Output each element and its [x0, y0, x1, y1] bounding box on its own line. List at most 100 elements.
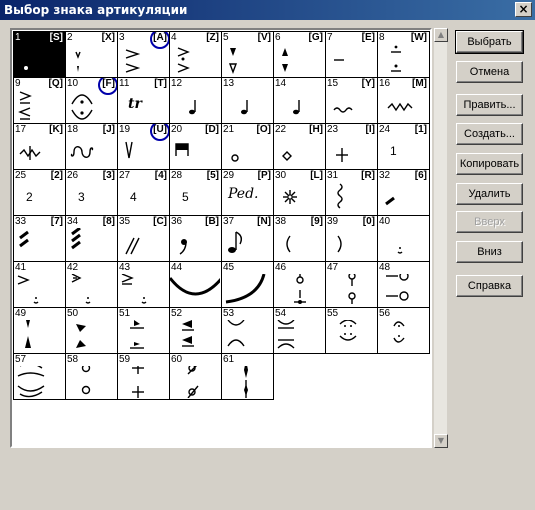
- articulation-cell[interactable]: 56: [378, 308, 430, 354]
- cell-number: 57: [15, 354, 27, 365]
- cell-shortcut-key: [O]: [256, 124, 271, 135]
- pedal-text: Ped.: [228, 186, 259, 202]
- articulation-cell[interactable]: 22 [H]: [274, 124, 326, 170]
- cell-shortcut-key: [V]: [257, 32, 271, 43]
- cell-number: 21: [223, 124, 235, 135]
- articulation-cell[interactable]: 60: [170, 354, 222, 400]
- articulation-cell[interactable]: 50: [66, 308, 118, 354]
- cell-number: 35: [119, 216, 131, 227]
- articulation-cell[interactable]: 20 [D]: [170, 124, 222, 170]
- articulation-cell[interactable]: 26 [3] 3: [66, 170, 118, 216]
- edit-button[interactable]: Править...: [456, 94, 523, 116]
- diamond-icon: [274, 136, 324, 168]
- cell-number: 24: [379, 124, 391, 135]
- cell-number: 49: [15, 308, 27, 319]
- articulation-cell[interactable]: 2 [X]: [66, 32, 118, 78]
- articulation-cell[interactable]: 24 [1] 1: [378, 124, 430, 170]
- articulation-cell[interactable]: 23 [I]: [326, 124, 378, 170]
- articulation-cell[interactable]: 49: [14, 308, 66, 354]
- articulation-cell[interactable]: 36 [B]: [170, 216, 222, 262]
- cell-shortcut-key: [5]: [206, 170, 219, 181]
- articulation-cell[interactable]: 40: [378, 216, 430, 262]
- cell-number: 23: [327, 124, 339, 135]
- articulation-cell[interactable]: 15 [Y]: [326, 78, 378, 124]
- move-down-button[interactable]: Вниз: [456, 241, 523, 263]
- cell-number: 25: [15, 170, 27, 181]
- cell-number: 46: [275, 262, 287, 273]
- scroll-up-button[interactable]: ▲: [434, 28, 448, 42]
- cancel-button[interactable]: Отмена: [456, 61, 523, 83]
- articulation-cell[interactable]: 8 [W]: [378, 32, 430, 78]
- close-button[interactable]: ×: [515, 2, 532, 17]
- articulation-cell[interactable]: 19 [U]: [118, 124, 170, 170]
- articulation-cell[interactable]: 43: [118, 262, 170, 308]
- articulation-cell[interactable]: 12: [170, 78, 222, 124]
- articulation-cell[interactable]: 6 [G]: [274, 32, 326, 78]
- tenuto-icon: [326, 44, 376, 76]
- articulation-cell[interactable]: 48: [378, 262, 430, 308]
- articulation-cell[interactable]: 55: [326, 308, 378, 354]
- articulation-cell[interactable]: 31 [R]: [326, 170, 378, 216]
- articulation-cell[interactable]: 42: [66, 262, 118, 308]
- finger-icon: 2: [14, 182, 64, 214]
- articulation-cell[interactable]: 39 [0]: [326, 216, 378, 262]
- articulation-cell[interactable]: 13: [222, 78, 274, 124]
- articulation-cell[interactable]: 16 [M]: [378, 78, 430, 124]
- vertical-scrollbar[interactable]: ▲ ▼: [433, 28, 448, 448]
- articulation-cell[interactable]: 47: [326, 262, 378, 308]
- articulation-cell[interactable]: 5 [V]: [222, 32, 274, 78]
- articulation-cell[interactable]: 46: [274, 262, 326, 308]
- articulation-cell[interactable]: 14: [274, 78, 326, 124]
- articulation-cell[interactable]: 57: [14, 354, 66, 400]
- articulation-cell[interactable]: 38 [9]: [274, 216, 326, 262]
- articulation-cell[interactable]: 58: [66, 354, 118, 400]
- delete-button[interactable]: Удалить: [456, 183, 523, 205]
- articulation-cell[interactable]: 35 [C]: [118, 216, 170, 262]
- articulation-cell[interactable]: 17 [K]: [14, 124, 66, 170]
- articulation-cell[interactable]: 1 [S]: [14, 32, 66, 78]
- articulation-cell[interactable]: 53: [222, 308, 274, 354]
- articulation-grid: 1 [S] 2 [X] 3 [A] 4 [Z] 5 [V] 6 [G] 7 [E] 8 [W] 9 [Q] 10 [F…: [13, 31, 430, 400]
- cell-number: 59: [119, 354, 131, 365]
- articulation-cell[interactable]: 4 [Z]: [170, 32, 222, 78]
- articulation-cell[interactable]: 52: [170, 308, 222, 354]
- articulation-cell[interactable]: 10 [F]: [66, 78, 118, 124]
- articulation-cell[interactable]: 3 [A]: [118, 32, 170, 78]
- articulation-cell[interactable]: 25 [2] 2: [14, 170, 66, 216]
- help-button[interactable]: Справка: [456, 275, 523, 297]
- articulation-cell[interactable]: 61: [222, 354, 274, 400]
- articulation-cell[interactable]: 59: [118, 354, 170, 400]
- cell-number: 12: [171, 78, 183, 89]
- articulation-cell[interactable]: 44: [170, 262, 222, 308]
- articulation-cell[interactable]: 41: [14, 262, 66, 308]
- articulation-cell[interactable]: 54: [274, 308, 326, 354]
- move-up-button[interactable]: Вверх: [456, 211, 523, 233]
- cell-shortcut-key: [0]: [362, 216, 375, 227]
- copy-button[interactable]: Копировать: [456, 153, 523, 175]
- articulation-cell[interactable]: 33 [7]: [14, 216, 66, 262]
- articulation-cell[interactable]: 34 [8]: [66, 216, 118, 262]
- articulation-cell[interactable]: 32 [6]: [378, 170, 430, 216]
- tremolo-1-icon: [378, 182, 428, 214]
- articulation-cell[interactable]: 28 [5] 5: [170, 170, 222, 216]
- articulation-cell[interactable]: 30 [L]: [274, 170, 326, 216]
- articulation-cell[interactable]: 18 [J]: [66, 124, 118, 170]
- cell-number: 6: [275, 32, 281, 43]
- articulation-cell[interactable]: 51: [118, 308, 170, 354]
- select-button[interactable]: Выбрать: [455, 30, 524, 54]
- articulation-cell[interactable]: 21 [O]: [222, 124, 274, 170]
- articulation-cell[interactable]: 29 [P] Ped.: [222, 170, 274, 216]
- articulation-cell[interactable]: 37 [N]: [222, 216, 274, 262]
- cell-shortcut-key: [Z]: [206, 32, 219, 43]
- ghost-icon: [170, 366, 220, 398]
- cell-shortcut-key: [R]: [361, 170, 375, 181]
- articulation-cell[interactable]: 45: [222, 262, 274, 308]
- scroll-down-button[interactable]: ▼: [434, 434, 448, 448]
- cell-number: 4: [171, 32, 177, 43]
- articulation-cell[interactable]: 27 [4] 4: [118, 170, 170, 216]
- cell-number: 40: [379, 216, 391, 227]
- articulation-cell[interactable]: 11 [T] tr: [118, 78, 170, 124]
- create-button[interactable]: Создать...: [456, 123, 523, 145]
- articulation-cell[interactable]: 9 [Q]: [14, 78, 66, 124]
- articulation-cell[interactable]: 7 [E]: [326, 32, 378, 78]
